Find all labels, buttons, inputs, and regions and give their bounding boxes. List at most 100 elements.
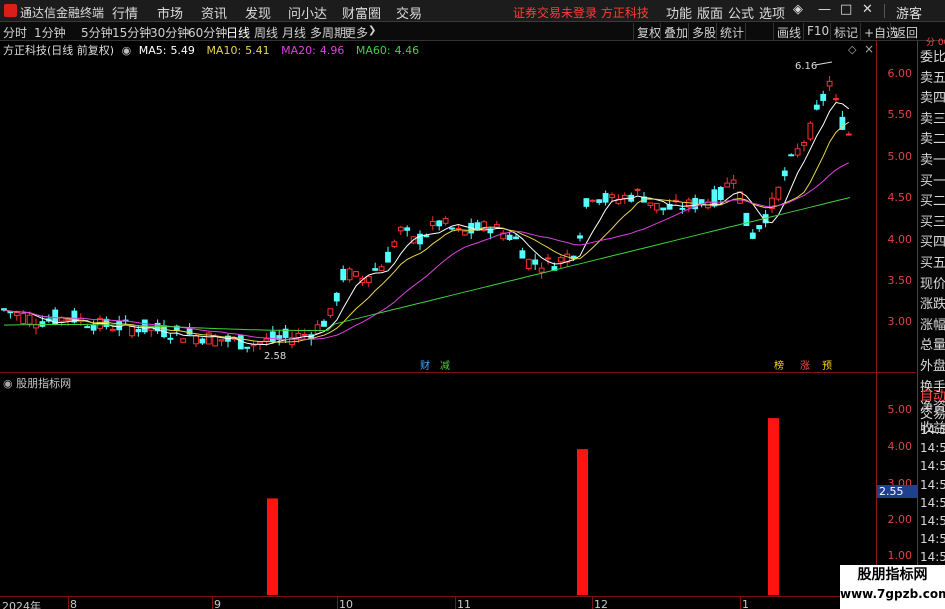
draw-line-button[interactable]: 画线 [773,23,804,40]
period-15min[interactable]: 15分钟 [112,24,151,41]
indicator-label[interactable]: ◉ 股朋指标网 [3,375,71,391]
candle [519,250,526,259]
event-marker: 预 [822,360,832,372]
candle [436,220,443,227]
panel-item[interactable]: 卖三 [920,108,945,127]
low-price-label: 2.58 [264,351,286,362]
period-tick-chart[interactable]: 分时 [3,24,27,41]
close-icon[interactable]: ✕ [862,2,873,17]
candle [653,202,660,211]
indicator-settings-icon[interactable]: ◉ [3,377,13,390]
trade-label[interactable]: 交易 [920,403,945,422]
skin-icon[interactable]: ◈ [793,2,803,17]
candle [532,259,539,265]
candle [557,257,564,263]
panel-item[interactable]: 现价 [920,273,945,292]
candle [647,202,654,206]
period-multi[interactable]: 多周期 [310,24,346,41]
menu-discover[interactable]: 发现 [245,3,271,22]
mark-button[interactable]: 标记 [830,23,861,40]
panel-item[interactable]: 外盘 [920,355,945,374]
candle [845,133,852,136]
candle [13,311,20,316]
diamond-icon[interactable]: ◇ [848,43,856,56]
menu-layout[interactable]: 版面 [697,3,723,22]
more-chevron-icon[interactable]: ❯ [368,25,376,36]
candle [749,232,756,239]
statistics-button[interactable]: 统计 [716,23,747,40]
menu-wealth[interactable]: 财富圈 [342,3,381,22]
ma10-line [3,121,850,343]
panel-item[interactable]: 买二 [920,190,945,209]
menu-news[interactable]: 资讯 [201,3,227,22]
candle [257,341,263,345]
candle [833,98,839,101]
f10-button[interactable]: F10 [803,23,832,40]
period-30min[interactable]: 30分钟 [150,24,189,41]
period-weekly[interactable]: 周线 [254,24,278,41]
panel-item[interactable]: 买四 [920,231,945,250]
candle [449,227,455,230]
trade-time: 14:56 [920,514,945,528]
period-60min[interactable]: 60分钟 [188,24,227,41]
login-notice[interactable]: 证券交易未登录 方正科技 [513,4,649,21]
close-small-icon[interactable]: × [864,42,874,56]
candle [660,207,667,211]
indicator-current-value: 2.55 [877,485,917,498]
trade-time: 14:56 [920,459,945,474]
candle [442,217,449,224]
trade-time: 14:56 [920,495,945,510]
date-label: 10 [339,598,353,609]
candle [583,198,590,207]
indicator-bar [267,498,278,595]
period-more[interactable]: 更多 [344,24,368,41]
panel-item[interactable]: 总量 [920,334,945,353]
auto-label[interactable]: 自动 [920,385,945,404]
candle [525,258,532,269]
menu-function[interactable]: 功能 [666,3,692,22]
indicator-tick: 2.00 [887,513,913,526]
panel-item[interactable]: 委比 [920,46,945,65]
candle [404,227,411,231]
candle [269,331,276,342]
event-marker: 减 [440,360,450,372]
multi-stock-button[interactable]: 多股 [688,23,719,40]
chart-info-line: 方正科技(日线 前复权) ◉ MA5: 5.49 MA10: 5.41 MA20: 4… [0,42,427,57]
period-1min[interactable]: 1分钟 [34,24,66,41]
overlay-button[interactable]: 叠加 [660,23,691,40]
menu-trade[interactable]: 交易 [396,3,422,22]
blank-button[interactable]: . [745,23,773,40]
price-chart[interactable]: 6.16 2.58 财减 榜 涨预 [0,56,876,372]
candle [589,199,596,202]
panel-item[interactable]: 买一 [920,170,945,189]
menu-options[interactable]: 选项 [759,3,785,22]
panel-item[interactable]: 涨幅 [920,314,945,333]
candle [775,186,782,200]
panel-item[interactable]: 卖一 [920,149,945,168]
menu-market[interactable]: 市场 [157,3,183,22]
minimize-icon[interactable]: — [818,2,831,17]
period-5min[interactable]: 5分钟 [81,24,113,41]
menu-ask[interactable]: 问小达 [288,3,327,22]
user-guest[interactable]: 游客 [896,3,922,22]
panel-item[interactable]: 卖二 [920,128,945,147]
period-monthly[interactable]: 月线 [282,24,306,41]
date-label: 9 [214,598,221,609]
panel-item[interactable]: 涨跌 [920,293,945,312]
candle [577,235,583,239]
maximize-icon[interactable]: □ [840,2,852,17]
menu-formula[interactable]: 公式 [728,3,754,22]
panel-item[interactable]: 买五 [920,252,945,271]
candle [602,193,609,203]
panel-item[interactable]: 买三 [920,211,945,230]
period-daily[interactable]: 日线 [226,24,250,41]
panel-item[interactable]: 卖五 [920,67,945,86]
candle [39,321,46,327]
back-button[interactable]: 返回 [890,23,921,40]
indicator-chart[interactable] [0,390,876,595]
panel-item[interactable]: 卖四 [920,87,945,106]
candle [365,275,372,283]
menu-quotes[interactable]: 行情 [112,3,138,22]
price-tick: 5.00 [887,150,913,163]
candle [826,80,833,87]
